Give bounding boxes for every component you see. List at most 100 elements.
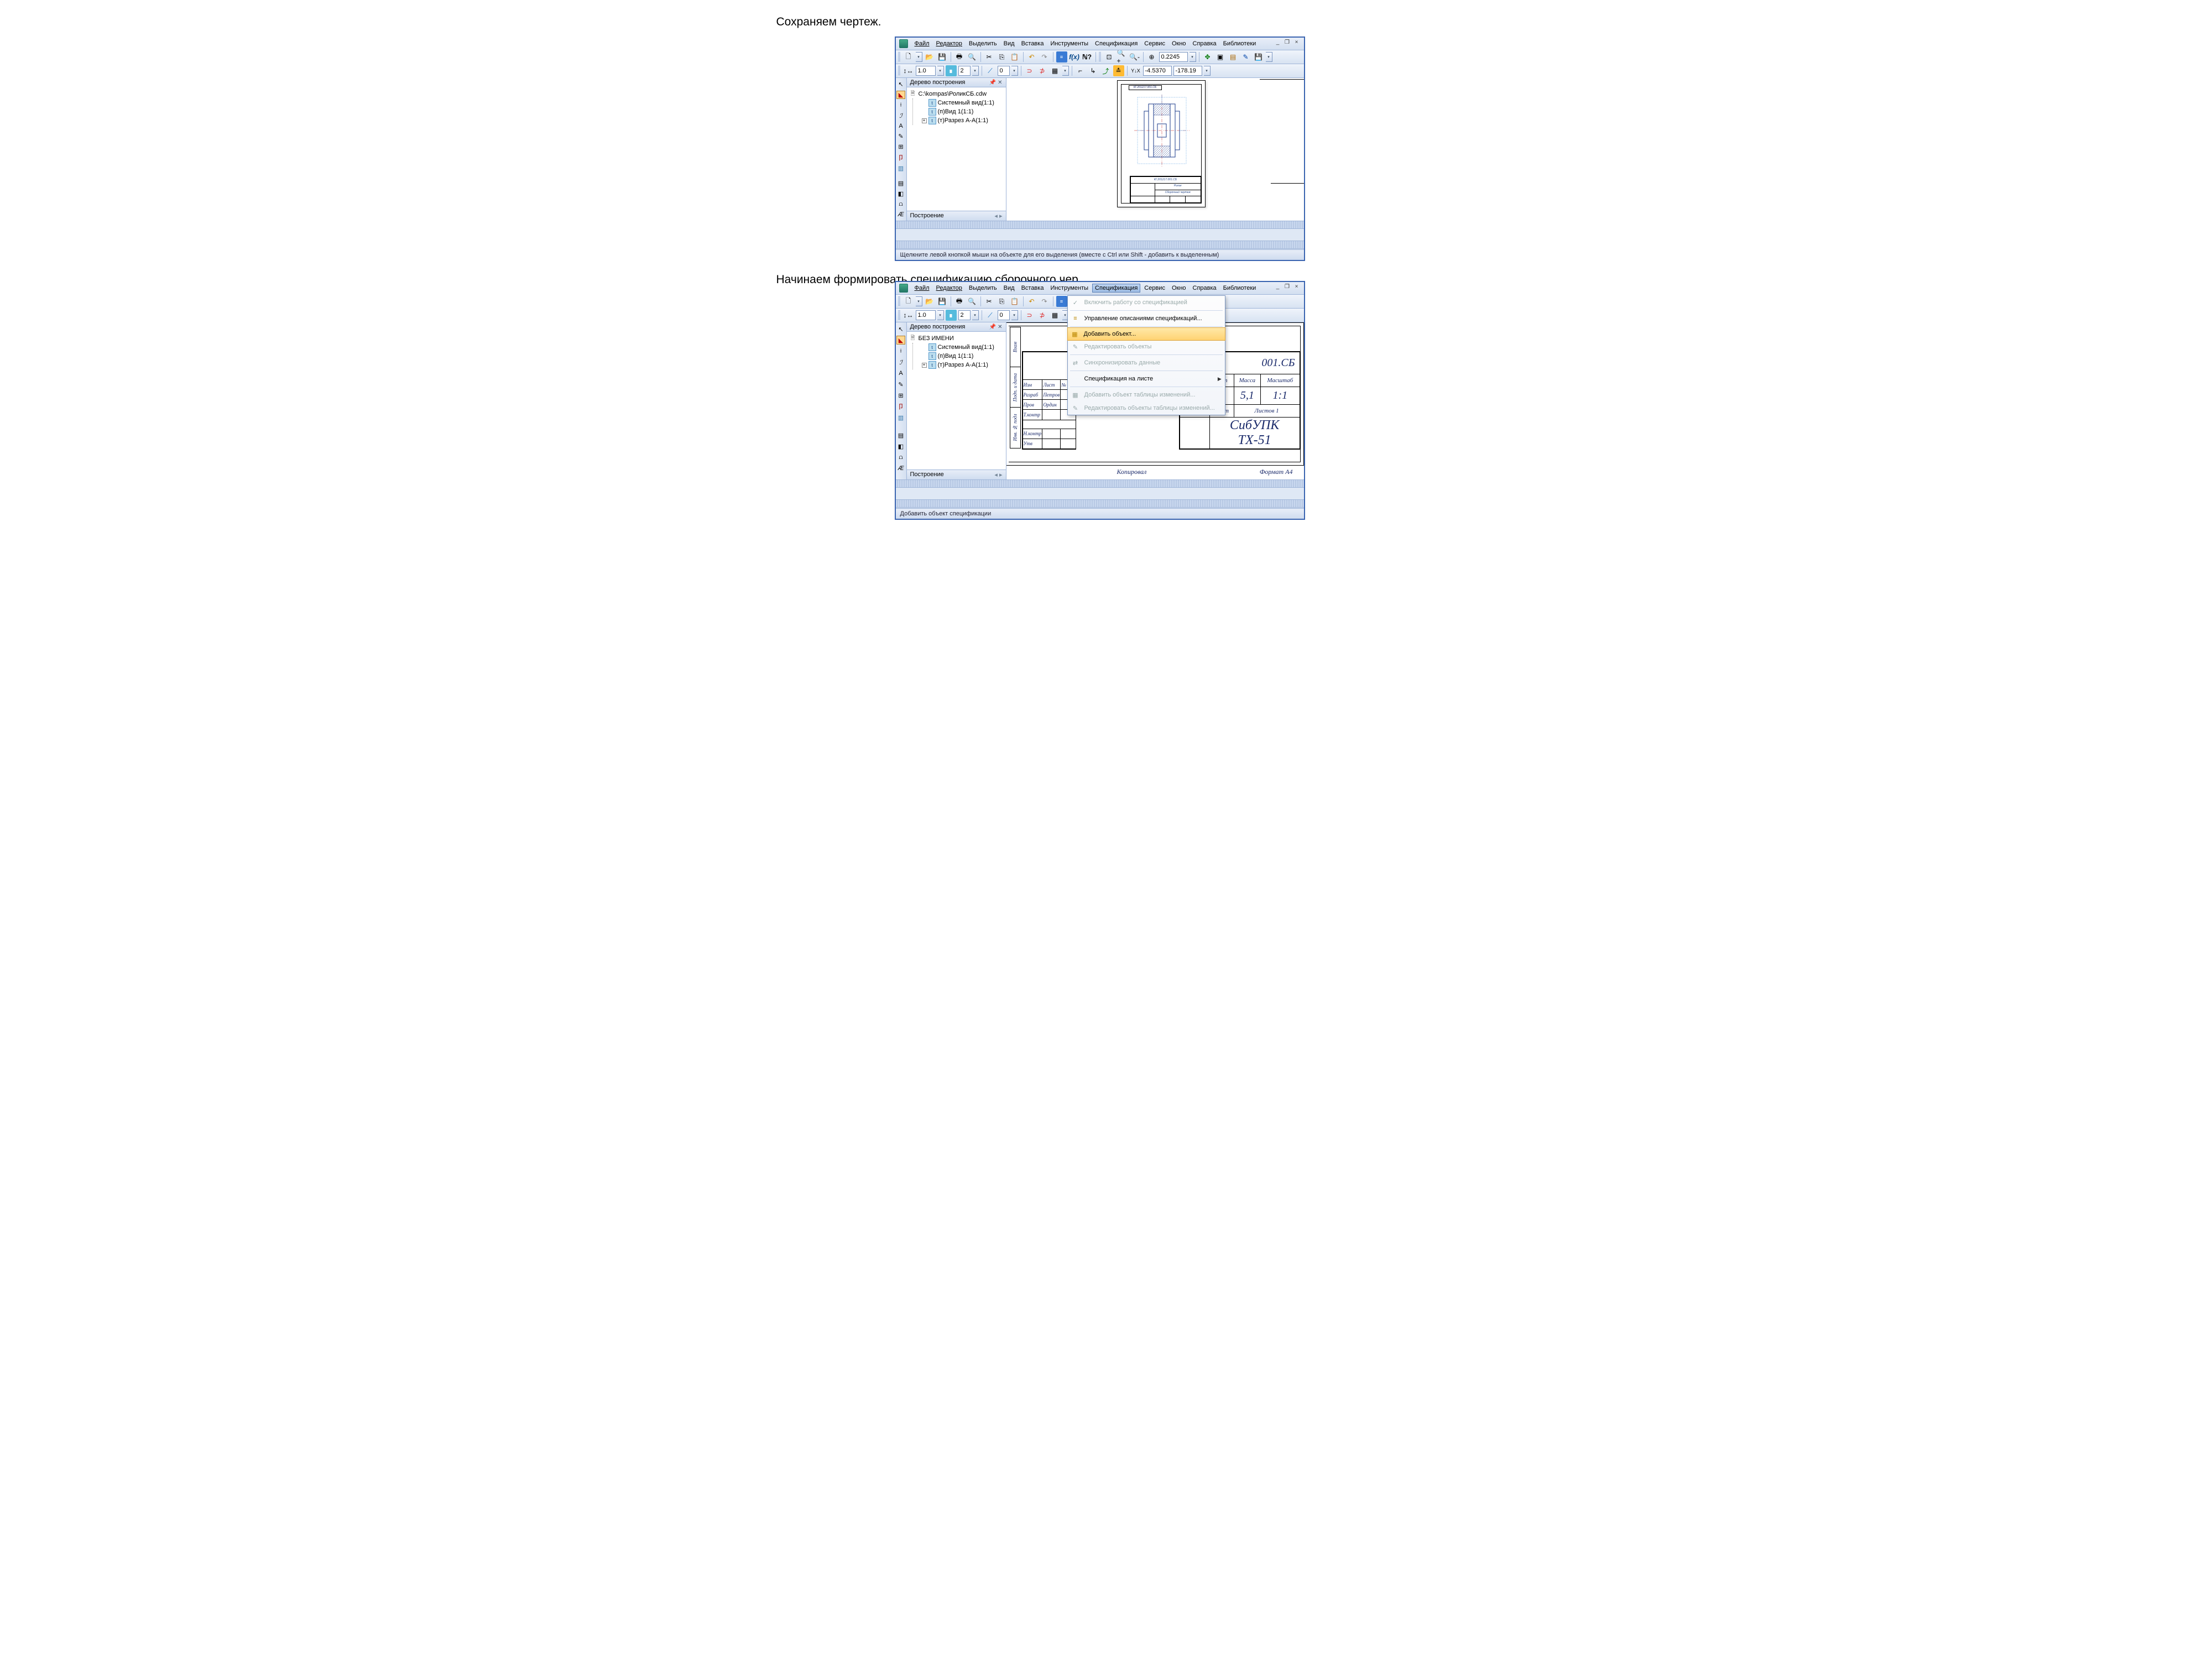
toolbar-standard[interactable]: 🗋▾ 📂 💾 🖶 🔍 ✂ ⎘ 📋 ↶ ↷ ≡ f(x) ℕ? ⊡ 🔍+ 🔍- ⊕…	[896, 50, 1304, 64]
local-cs-icon[interactable]: ↳	[1088, 65, 1099, 76]
window-controls[interactable]: _ ❐ ×	[1274, 39, 1301, 45]
zoom-input[interactable]	[1159, 52, 1188, 62]
menu-service[interactable]: Сервис	[1144, 40, 1165, 47]
snap-magnet-icon[interactable]: ⊃	[1024, 310, 1035, 321]
menu-spec[interactable]: Спецификация	[1092, 284, 1140, 293]
tool3-icon[interactable]: ⩍	[896, 453, 905, 462]
zoom-out-button[interactable]: 🔍-	[1129, 51, 1140, 62]
expand-icon[interactable]: +	[922, 118, 927, 123]
measure-icon[interactable]: 卩	[896, 402, 905, 411]
menu-file[interactable]: Файл	[915, 40, 930, 47]
measure-icon[interactable]: 卩	[896, 153, 905, 162]
menu-window[interactable]: Окно	[1172, 285, 1186, 291]
tree-root[interactable]: 🗎 C:\kompas\РоликСБ.cdw	[909, 90, 1004, 98]
restore-button[interactable]: ❐	[1284, 284, 1291, 290]
cut-button[interactable]: ✂	[984, 51, 995, 62]
new-dropdown[interactable]: ▾	[916, 52, 922, 62]
snap-magnet-icon[interactable]: ⊃	[1024, 65, 1035, 76]
scale-input[interactable]	[916, 66, 936, 76]
spec-tool-icon[interactable]: ▤	[896, 179, 905, 187]
menu-editor[interactable]: Редактор	[936, 285, 962, 291]
redo-button[interactable]: ↷	[1039, 51, 1050, 62]
paste-button[interactable]: 📋	[1009, 51, 1020, 62]
spec-tool-icon[interactable]: ▤	[896, 431, 905, 440]
menu-add-change-object[interactable]: ▦Добавить объект таблицы изменений...	[1068, 388, 1225, 401]
layer-icon[interactable]: ∎	[946, 65, 957, 76]
minimize-button[interactable]: _	[1274, 39, 1282, 45]
menu-editor[interactable]: Редактор	[936, 40, 962, 47]
restore-button[interactable]: ❐	[1284, 39, 1291, 45]
fx-button[interactable]: f(x)	[1069, 51, 1080, 62]
text-icon[interactable]: A	[896, 369, 905, 378]
tree-item[interactable]: tСистемный вид(1:1)	[922, 343, 1004, 352]
tree-tab-nav[interactable]: ◂ ▸	[994, 212, 1002, 220]
copy-button[interactable]: ⎘	[997, 51, 1008, 62]
minimize-button[interactable]: _	[1274, 284, 1282, 290]
notation-icon[interactable]: ℐ	[896, 112, 905, 120]
menu-view[interactable]: Вид	[1004, 285, 1015, 291]
edit-icon[interactable]: ✎	[896, 380, 905, 389]
menu-insert[interactable]: Вставка	[1021, 285, 1044, 291]
snap-off-icon[interactable]: ⊅	[1037, 310, 1048, 321]
ortho-icon[interactable]: ⌐	[1075, 65, 1086, 76]
tree-tab-build[interactable]: Построение	[910, 471, 944, 478]
menubar[interactable]: Файл Редактор Выделить Вид Вставка Инстр…	[896, 38, 1304, 50]
save-button[interactable]: 💾	[937, 51, 948, 62]
coord-y-input[interactable]	[1173, 66, 1202, 76]
tool2-icon[interactable]: ◧	[896, 442, 905, 451]
undo-button[interactable]: ↶	[1026, 51, 1037, 62]
tool4-icon[interactable]: Æ	[896, 464, 905, 473]
geometry-icon[interactable]: ◣	[896, 91, 905, 99]
snap-off-icon[interactable]: ⊅	[1037, 65, 1048, 76]
notation-icon[interactable]: ℐ	[896, 358, 905, 367]
views-button[interactable]: ▤	[1228, 51, 1239, 62]
menu-libs[interactable]: Библиотеки	[1223, 40, 1256, 47]
print-button[interactable]: 🖶	[954, 296, 965, 307]
drawing-canvas[interactable]: КГ.201217.001.СБ	[1006, 78, 1304, 221]
menu-help[interactable]: Справка	[1193, 285, 1217, 291]
close-button[interactable]: ×	[1293, 39, 1301, 45]
menu-tools[interactable]: Инструменты	[1050, 285, 1088, 291]
toolbar-current-state[interactable]: ↕↔ ▾ ∎ ▾ ⟋ ▾ ⊃ ⊅ ▦▾ ⌐ ↳ ⤴ ≛ Y↓X ▾	[896, 64, 1304, 78]
expand-icon[interactable]: +	[922, 363, 927, 368]
tool4-icon[interactable]: Æ	[896, 211, 905, 218]
edit-icon[interactable]: ✎	[896, 132, 905, 140]
tree-item[interactable]: +t(т)Разрез А-А(1:1)	[922, 116, 1004, 125]
copy-button[interactable]: ⎘	[997, 296, 1008, 307]
linestyle-input[interactable]	[998, 66, 1010, 76]
edit-button[interactable]: ✎	[1240, 51, 1251, 62]
menu-help[interactable]: Справка	[1193, 40, 1217, 47]
tree-pin-icon[interactable]: 📌 ✕	[989, 324, 1003, 330]
menu-select[interactable]: Выделить	[969, 40, 997, 47]
save2-dropdown[interactable]: ▾	[1266, 52, 1272, 62]
menu-sync-data[interactable]: ⇄Синхронизировать данные	[1068, 356, 1225, 369]
tree-item[interactable]: tСистемный вид(1:1)	[922, 98, 1004, 107]
tool3-icon[interactable]: ⩍	[896, 200, 905, 208]
new-button[interactable]: 🗋	[903, 296, 914, 307]
menu-select[interactable]: Выделить	[969, 285, 997, 291]
spec-dropdown-menu[interactable]: ✓Включить работу со спецификацией ≡Управ…	[1067, 295, 1225, 415]
window-controls[interactable]: _ ❐ ×	[1274, 284, 1301, 290]
menu-edit-change-objects[interactable]: ✎Редактировать объекты таблицы изменений…	[1068, 401, 1225, 415]
save-button[interactable]: 💾	[937, 296, 948, 307]
paste-button[interactable]: 📋	[1009, 296, 1020, 307]
tree-item[interactable]: t(п)Вид 1(1:1)	[922, 107, 1004, 116]
preview-button[interactable]: 🔍	[967, 296, 978, 307]
linestyle-icon[interactable]: ⟋	[985, 65, 996, 76]
open-button[interactable]: 📂	[924, 296, 935, 307]
open-button[interactable]: 📂	[924, 51, 935, 62]
select-icon[interactable]: ▥	[896, 164, 905, 173]
linestyle-input[interactable]	[998, 310, 1010, 320]
tree-item[interactable]: t(п)Вид 1(1:1)	[922, 352, 1004, 361]
menu-file[interactable]: Файл	[915, 285, 930, 291]
grid-icon[interactable]: ▦	[1050, 310, 1061, 321]
linestyle-icon[interactable]: ⟋	[985, 310, 996, 321]
preview-button[interactable]: 🔍	[967, 51, 978, 62]
menu-spec[interactable]: Спецификация	[1095, 40, 1138, 47]
dimensions-icon[interactable]: ⟊	[896, 101, 905, 109]
layer-input[interactable]	[958, 66, 971, 76]
menu-libs[interactable]: Библиотеки	[1223, 285, 1256, 291]
zoom-dropdown[interactable]: ▾	[1190, 52, 1196, 62]
zoom-fit-button[interactable]: ⊕	[1146, 51, 1157, 62]
menu-add-object[interactable]: ▦Добавить объект...	[1067, 327, 1225, 341]
